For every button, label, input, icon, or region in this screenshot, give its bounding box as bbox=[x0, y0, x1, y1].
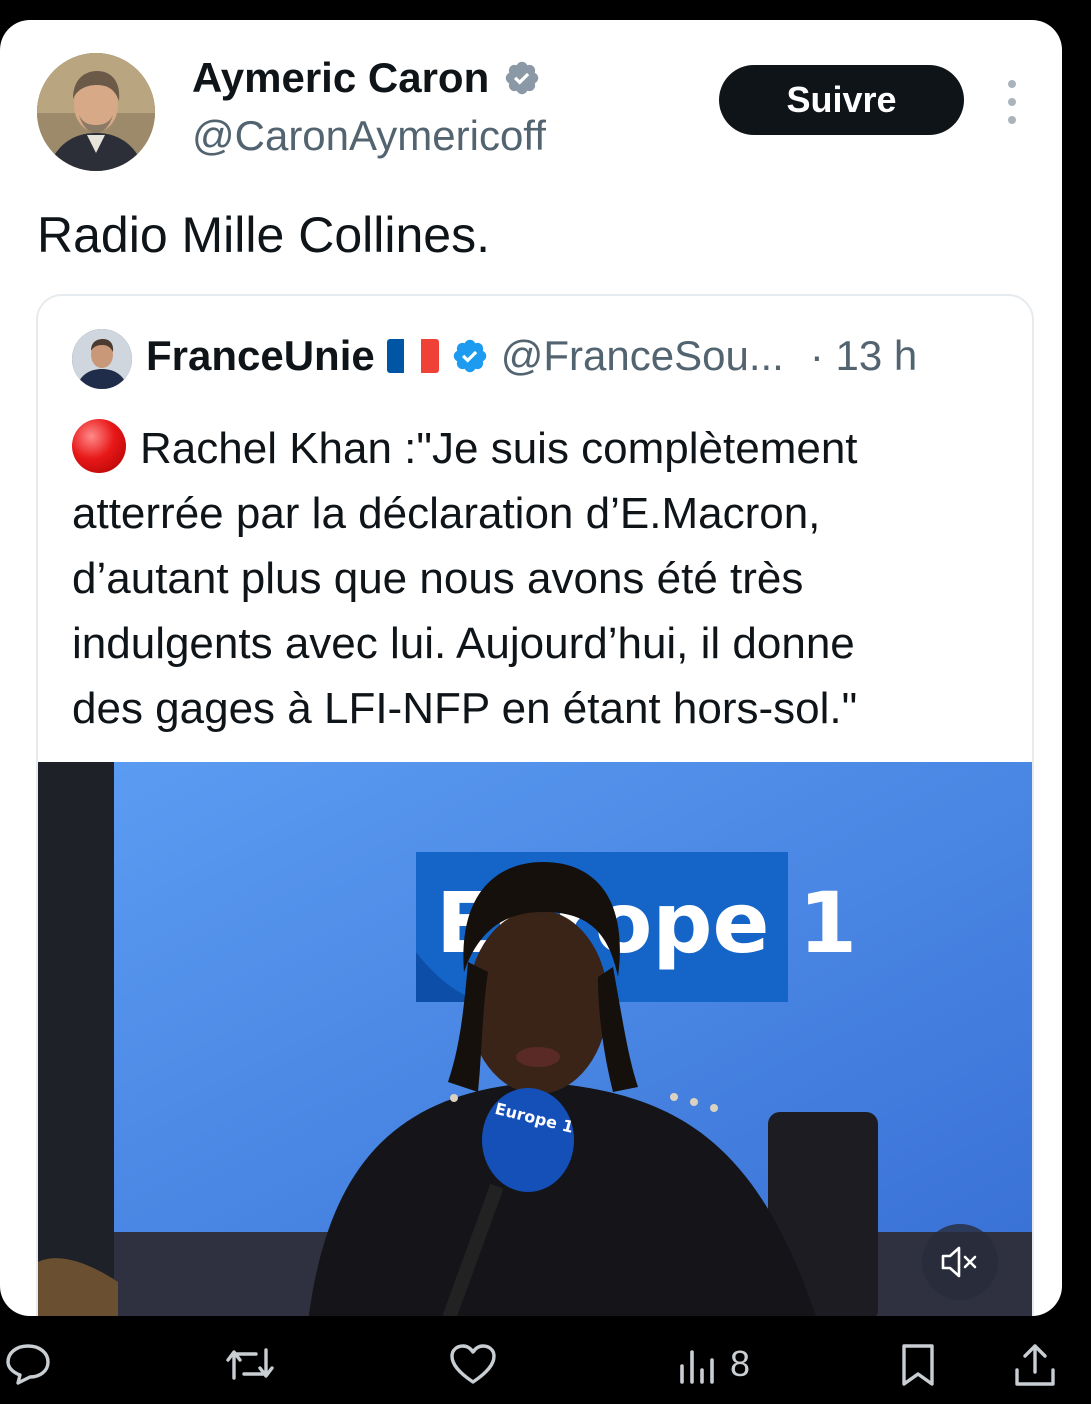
quoted-text-line: des gages à LFI-NFP en étant hors-sol." bbox=[72, 684, 858, 733]
quoted-timestamp[interactable]: · 13 h bbox=[810, 332, 917, 380]
quoted-handle[interactable]: @FranceSou... bbox=[501, 332, 784, 380]
quoted-text: Rachel Khan :"Je suis complètement atter… bbox=[72, 416, 1012, 741]
tweet-text: Radio Mille Collines. bbox=[37, 207, 490, 263]
author-handle[interactable]: @CaronAymericoff bbox=[192, 112, 546, 160]
share-button[interactable] bbox=[1012, 1342, 1058, 1388]
repost-icon bbox=[226, 1348, 274, 1380]
red-circle-emoji bbox=[72, 419, 126, 473]
like-button[interactable] bbox=[448, 1342, 498, 1386]
france-flag-icon bbox=[386, 339, 439, 373]
views-count: 8 bbox=[730, 1343, 751, 1384]
video-thumbnail[interactable]: Europe 1 Europe 1 bbox=[38, 762, 1032, 1316]
reply-icon bbox=[6, 1344, 50, 1385]
quoted-text-line: Rachel Khan :"Je suis complètement bbox=[140, 424, 858, 473]
reply-button[interactable] bbox=[4, 1342, 52, 1386]
views-button[interactable]: 8 bbox=[676, 1342, 750, 1386]
repost-button[interactable] bbox=[222, 1342, 278, 1386]
quoted-text-line: d’autant plus que nous avons été très bbox=[72, 554, 804, 603]
like-icon bbox=[450, 1344, 496, 1384]
quoted-text-line: indulgents avec lui. Aujourd’hui, il don… bbox=[72, 619, 855, 668]
share-icon bbox=[1015, 1344, 1055, 1386]
mute-icon[interactable] bbox=[922, 1224, 998, 1300]
more-options-icon[interactable] bbox=[1000, 80, 1024, 124]
author-name-row[interactable]: Aymeric Caron bbox=[192, 54, 541, 102]
author-avatar[interactable] bbox=[37, 53, 155, 171]
tweet-actions-bar: 8 bbox=[0, 1316, 1091, 1404]
quoted-name[interactable]: FranceUnie bbox=[146, 332, 375, 380]
author-name[interactable]: Aymeric Caron bbox=[192, 54, 489, 102]
bookmark-button[interactable] bbox=[898, 1342, 938, 1388]
quoted-header: FranceUnie @FranceSou... · 13 h bbox=[146, 332, 917, 380]
follow-button[interactable]: Suivre bbox=[719, 65, 964, 135]
bookmark-icon bbox=[902, 1344, 934, 1386]
tweet-card: Aymeric Caron @CaronAymericoff Suivre Ra… bbox=[0, 20, 1062, 1316]
verified-badge-icon bbox=[453, 339, 486, 373]
studio-scene: Europe 1 Europe 1 bbox=[38, 762, 1032, 1316]
quoted-avatar[interactable] bbox=[72, 329, 132, 389]
quoted-text-line: atterrée par la déclaration d’E.Macron, bbox=[72, 489, 821, 538]
views-icon bbox=[680, 1350, 714, 1384]
verified-badge-icon bbox=[506, 61, 539, 95]
quoted-tweet[interactable]: FranceUnie @FranceSou... · 13 h Rachel K… bbox=[36, 294, 1034, 1316]
